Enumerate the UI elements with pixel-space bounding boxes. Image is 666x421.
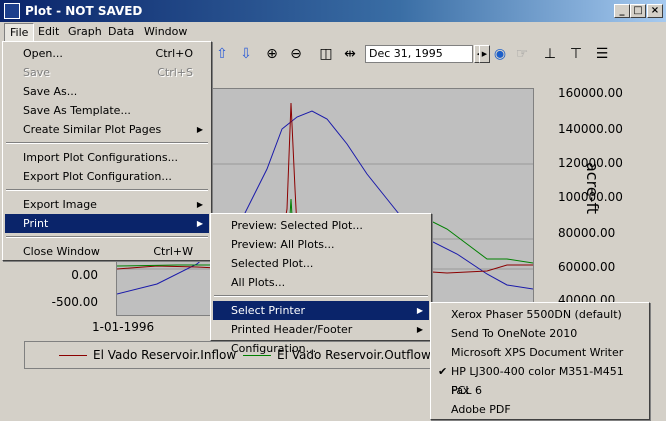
menu-item-save-as[interactable]: Save As... [5, 82, 209, 101]
legend-swatch-inflow [59, 355, 87, 356]
split-view-icon[interactable]: ◫ [316, 44, 336, 64]
zoom-in-icon[interactable]: ⊕ [262, 44, 282, 64]
menu-item-export-config[interactable]: Export Plot Configuration... [5, 167, 209, 186]
menu-item-preview-selected[interactable]: Preview: Selected Plot... [213, 216, 429, 235]
menu-item-print[interactable]: Print ▶ [5, 214, 209, 233]
menu-item-save[interactable]: Save Ctrl+S [5, 63, 209, 82]
printer-option-selected[interactable]: ✔ HP LJ300-400 color M351-M451 PCL 6 [433, 362, 647, 397]
arrow-down-icon[interactable]: ⇩ [236, 44, 256, 64]
menu-separator [6, 236, 208, 238]
menu-edit[interactable]: Edit [33, 23, 64, 40]
pointer-icon[interactable]: ☞ [512, 44, 532, 64]
submenu-arrow-icon: ▶ [416, 306, 423, 315]
menu-separator [6, 189, 208, 191]
zoom-out-icon[interactable]: ⊖ [286, 44, 306, 64]
right-axis-tick: 60000.00 [558, 260, 616, 274]
window-title: Plot - NOT SAVED [25, 4, 143, 18]
minimize-icon[interactable]: _ [614, 4, 630, 18]
menu-item-open[interactable]: Open... Ctrl+O [5, 44, 209, 63]
printer-option[interactable]: Xerox Phaser 5500DN (default) [433, 305, 647, 324]
menu-item-print-all[interactable]: All Plots... [213, 273, 429, 292]
submenu-arrow-icon: ▶ [196, 219, 203, 228]
right-axis-tick: 160000.00 [558, 86, 623, 100]
title-bar[interactable]: Plot - NOT SAVED _ □ × [0, 0, 666, 22]
axis-list-icon[interactable]: ☰ [592, 44, 612, 64]
left-axis-tick: 0.00 [71, 268, 98, 282]
submenu-arrow-icon: ▶ [196, 125, 203, 134]
printer-option[interactable]: Microsoft XPS Document Writer [433, 343, 647, 362]
left-axis-tick: -500.00 [51, 295, 98, 309]
menu-item-preview-all[interactable]: Preview: All Plots... [213, 235, 429, 254]
menu-item-export-image[interactable]: Export Image ▶ [5, 195, 209, 214]
menu-item-create-similar[interactable]: Create Similar Plot Pages ▶ [5, 120, 209, 139]
globe-icon[interactable]: ◉ [490, 44, 510, 64]
printer-submenu: Xerox Phaser 5500DN (default) Send To On… [430, 302, 650, 420]
menu-separator [214, 295, 428, 297]
menu-item-print-selected[interactable]: Selected Plot... [213, 254, 429, 273]
submenu-arrow-icon: ▶ [416, 325, 423, 334]
menu-separator [6, 142, 208, 144]
axis-down-icon[interactable]: ⊤ [566, 44, 586, 64]
app-icon [4, 3, 20, 19]
right-axis-tick: 80000.00 [558, 226, 616, 240]
menu-window[interactable]: Window [139, 23, 192, 40]
menu-item-select-printer[interactable]: Select Printer ▶ [213, 301, 429, 320]
menu-graph[interactable]: Graph [63, 23, 107, 40]
printer-option[interactable]: Adobe PDF [433, 400, 647, 419]
submenu-arrow-icon: ▶ [196, 200, 203, 209]
date-field[interactable]: Dec 31, 1995 [365, 45, 473, 63]
legend-label-inflow: El Vado Reservoir.Inflow [93, 348, 237, 362]
axis-up-icon[interactable]: ⊥ [540, 44, 560, 64]
close-icon[interactable]: × [647, 4, 663, 18]
right-axis-tick: 140000.00 [558, 122, 623, 136]
menu-item-close-window[interactable]: Close Window Ctrl+W [5, 242, 209, 261]
printer-option[interactable]: Fax [433, 381, 647, 400]
printer-option[interactable]: Send To OneNote 2010 [433, 324, 647, 343]
menu-file[interactable]: File [4, 23, 35, 42]
checkmark-icon: ✔ [438, 365, 448, 378]
menu-data[interactable]: Data [103, 23, 139, 40]
menu-bar: File Edit Graph Data Window [0, 22, 666, 42]
arrow-up-icon[interactable]: ⇧ [212, 44, 232, 64]
x-axis-tick: 1-01-1996 [92, 320, 155, 334]
date-next-button[interactable]: ▶ [479, 45, 490, 63]
y-axis-unit-label: acre-ft [583, 162, 602, 215]
menu-item-import-config[interactable]: Import Plot Configurations... [5, 148, 209, 167]
menu-item-header-footer[interactable]: Printed Header/Footer Configuration... ▶ [213, 320, 429, 355]
print-submenu: Preview: Selected Plot... Preview: All P… [210, 213, 432, 355]
file-menu: Open... Ctrl+O Save Ctrl+S Save As... Save… [2, 41, 212, 261]
fit-horizontal-icon[interactable]: ⇹ [340, 44, 360, 64]
maximize-icon[interactable]: □ [630, 4, 646, 18]
menu-item-save-as-template[interactable]: Save As Template... [5, 101, 209, 120]
